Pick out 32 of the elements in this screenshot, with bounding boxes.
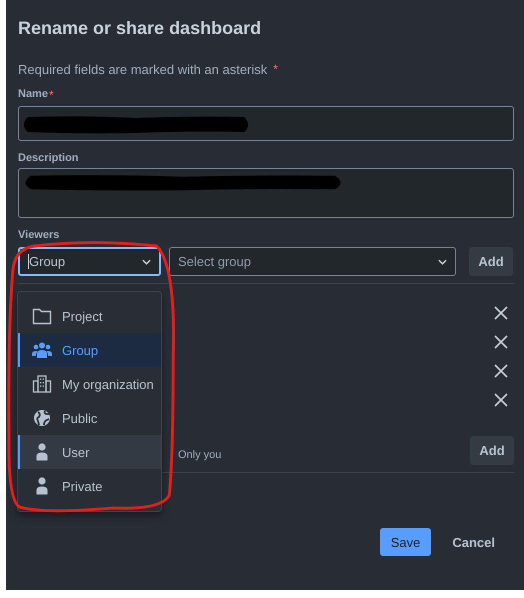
field-label: Name	[18, 88, 48, 102]
asterisk: *	[48, 88, 54, 102]
close-icon[interactable]	[494, 334, 508, 348]
close-icon[interactable]	[494, 306, 508, 320]
menu-item[interactable]: Private	[18, 469, 161, 503]
building-icon	[32, 375, 52, 393]
close-icon[interactable]	[494, 392, 508, 406]
menu-item[interactable]: Public	[18, 401, 161, 435]
field-label: Viewers	[18, 229, 60, 241]
chevron-down-icon	[142, 258, 151, 264]
dialog-title: Rename or share dashboard	[18, 18, 262, 39]
menu-item[interactable]: My organization	[18, 367, 161, 401]
cancel-button[interactable]: Cancel	[441, 528, 506, 556]
menu-item[interactable]: Project	[18, 299, 161, 333]
add-button[interactable]: Add	[469, 247, 513, 276]
folder-icon	[32, 307, 52, 325]
globe-icon	[32, 409, 52, 427]
editor-note: Only you	[178, 448, 222, 460]
input-field[interactable]	[18, 168, 514, 218]
chevron-down-icon	[438, 258, 447, 264]
add-button[interactable]: Add	[470, 436, 514, 465]
viewer-type-dropdown[interactable]: Group	[18, 247, 161, 276]
menu-item[interactable]: Group	[18, 333, 161, 367]
asterisk: *	[273, 62, 278, 77]
required-note: Required fields are marked with an asterisk	[18, 62, 268, 77]
people-icon	[32, 341, 52, 359]
group-select-dropdown[interactable]: Select group	[169, 247, 456, 276]
menu-item[interactable]: User	[18, 435, 161, 469]
close-icon[interactable]	[494, 364, 508, 378]
field-label: Description	[18, 152, 79, 164]
input-field[interactable]	[18, 106, 514, 141]
save-button[interactable]: Save	[380, 528, 432, 556]
